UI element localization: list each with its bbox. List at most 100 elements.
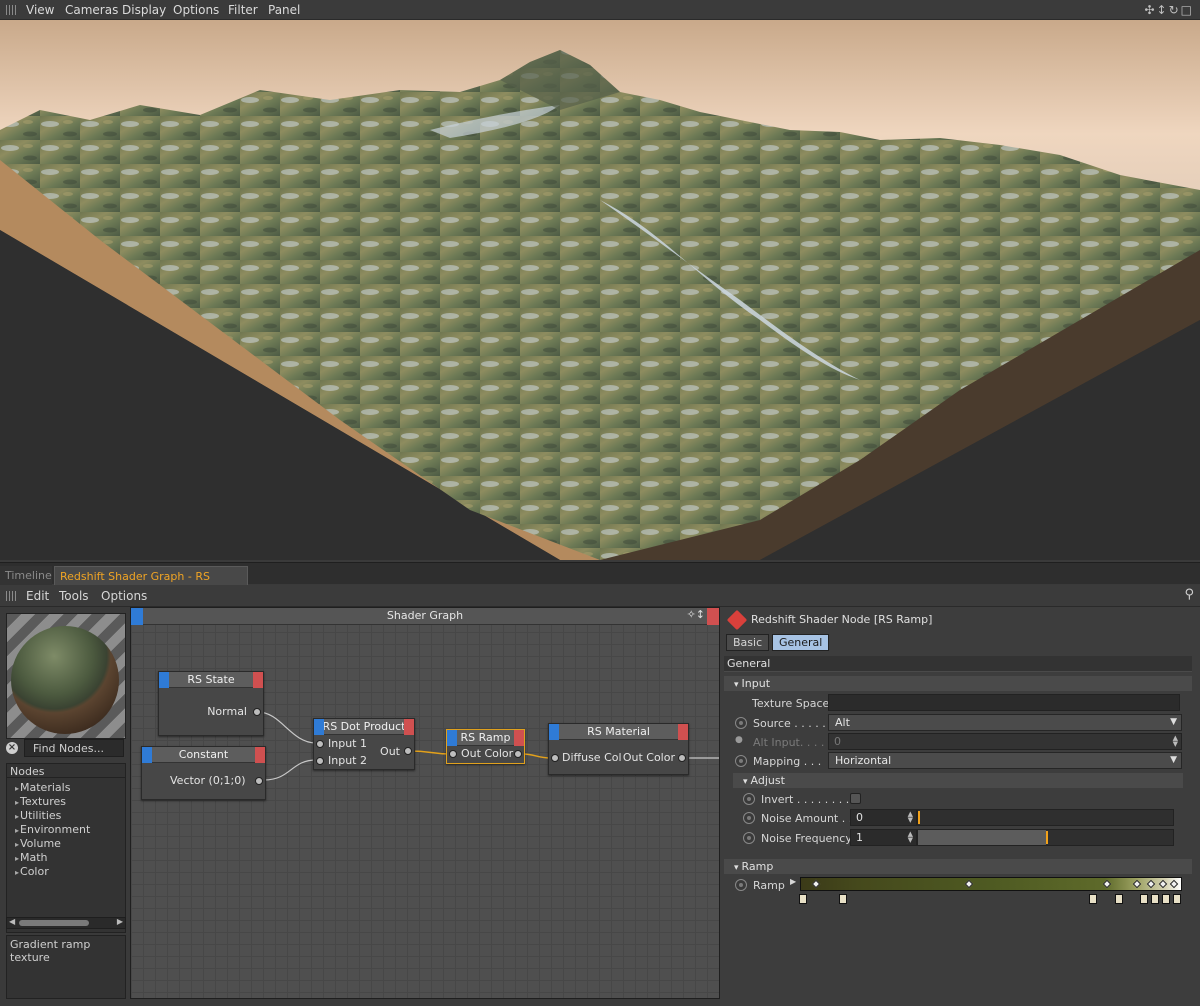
ramp-interp-marker[interactable] (964, 879, 974, 889)
source-anim-radio[interactable] (735, 717, 747, 729)
shader-graph-canvas[interactable]: Shader Graph ✧↕ RS State Normal Constant… (130, 607, 720, 999)
ramp-knot[interactable] (839, 894, 847, 904)
port-label-out-color: Out Color (622, 751, 675, 764)
node-rs-material[interactable]: RS Material Diffuse Col Out Color (548, 723, 689, 775)
menu-edit[interactable]: Edit (26, 589, 49, 603)
clear-icon[interactable]: × (6, 742, 18, 754)
tree-item-environment[interactable]: Environment (15, 823, 125, 837)
panel-tabbar: Timeline Redshift Shader Graph - RS Mate… (0, 562, 1200, 596)
scroll-left-icon[interactable]: ◀ (9, 917, 15, 926)
section-adjust-header[interactable]: Adjust (733, 773, 1183, 788)
menu-filter[interactable]: Filter (228, 3, 258, 17)
spinner-icon[interactable]: ▲ ▼ (908, 811, 913, 824)
output-port[interactable] (253, 708, 261, 716)
noise-frequency-slider[interactable] (917, 829, 1174, 846)
node-constant[interactable]: Constant Vector (0;1;0) (141, 746, 266, 800)
search-icon[interactable]: ⚲ (1184, 587, 1194, 602)
tree-item-utilities[interactable]: Utilities (15, 809, 125, 823)
noise-amount-slider[interactable] (917, 809, 1174, 826)
port-label-input2: Input 2 (328, 754, 367, 767)
grip-icon[interactable] (6, 591, 16, 601)
section-input-header[interactable]: Input (724, 676, 1192, 691)
mapping-dropdown[interactable]: Horizontal ▼ (828, 752, 1182, 769)
nodes-hscrollbar[interactable]: ◀ ▶ (6, 917, 126, 929)
node-rs-ramp[interactable]: RS Ramp Out Color (446, 729, 525, 764)
tree-item-math[interactable]: Math (15, 851, 125, 865)
output-port[interactable] (514, 750, 522, 758)
port-label-normal: Normal (207, 705, 247, 718)
viewport-nav-icons[interactable]: ✣↕↻□ (1144, 3, 1194, 17)
tab-basic[interactable]: Basic (726, 634, 770, 651)
output-port[interactable] (255, 777, 263, 785)
node-title: RS Ramp (460, 731, 511, 744)
ramp-anim-radio[interactable] (735, 879, 747, 891)
node-rs-dot-product[interactable]: RS Dot Product Input 1 Input 2 Out (313, 718, 415, 770)
input-port[interactable] (316, 740, 324, 748)
ramp-knot[interactable] (1173, 894, 1181, 904)
ramp-interp-marker[interactable] (1102, 879, 1112, 889)
source-dropdown[interactable]: Alt ▼ (828, 714, 1182, 731)
menu-panel[interactable]: Panel (268, 3, 300, 17)
port-label-out: Out (380, 745, 400, 758)
menu-cameras[interactable]: Cameras (65, 3, 118, 17)
lock-icon: ● (735, 735, 743, 745)
tab-general[interactable]: General (772, 634, 830, 651)
scroll-right-icon[interactable]: ▶ (117, 917, 123, 926)
ramp-interp-marker[interactable] (1169, 879, 1179, 889)
ramp-knot[interactable] (799, 894, 807, 904)
texture-space-field[interactable] (828, 694, 1180, 711)
node-browser: × Find Nodes... Nodes Materials Textures… (0, 607, 130, 1006)
input-port[interactable] (449, 750, 457, 758)
tree-item-color[interactable]: Color (15, 865, 125, 879)
slider-handle[interactable] (918, 811, 920, 824)
node-title: RS Material (587, 725, 650, 738)
tab-shader-graph[interactable]: Redshift Shader Graph - RS Material (54, 566, 248, 596)
tree-item-volume[interactable]: Volume (15, 837, 125, 851)
tree-item-textures[interactable]: Textures (15, 795, 125, 809)
find-nodes-row: × Find Nodes... (6, 739, 126, 759)
alt-input-field[interactable]: 0 ▲ ▼ (828, 733, 1182, 750)
ramp-knot[interactable] (1115, 894, 1123, 904)
input-port[interactable] (316, 757, 324, 765)
invert-checkbox[interactable] (850, 793, 861, 804)
find-nodes-input[interactable]: Find Nodes... (24, 739, 124, 757)
scroll-thumb[interactable] (19, 920, 89, 926)
slider-handle[interactable] (1046, 831, 1048, 844)
mapping-anim-radio[interactable] (735, 755, 747, 767)
section-ramp-header[interactable]: Ramp (724, 859, 1192, 874)
menu-view[interactable]: View (26, 3, 54, 17)
menu-options[interactable]: Options (173, 3, 219, 17)
grip-icon[interactable] (6, 5, 16, 15)
menu-options[interactable]: Options (101, 589, 147, 603)
ramp-gradient[interactable] (800, 877, 1182, 891)
ramp-interp-marker[interactable] (1132, 879, 1142, 889)
invert-anim-radio[interactable] (743, 793, 755, 805)
menu-tools[interactable]: Tools (59, 589, 89, 603)
noise-frequency-field[interactable]: 1 ▲ ▼ (850, 829, 917, 846)
ramp-knot[interactable] (1151, 894, 1159, 904)
ramp-interp-marker[interactable] (1158, 879, 1168, 889)
menu-display[interactable]: Display (122, 3, 166, 17)
node-rs-state[interactable]: RS State Normal (158, 671, 264, 736)
preview-sphere (11, 626, 119, 734)
noise-amount-label: Noise Amount . . (761, 812, 853, 825)
ramp-knot[interactable] (1089, 894, 1097, 904)
ramp-knot[interactable] (1162, 894, 1170, 904)
port-label-out-color: Out Color (461, 747, 514, 760)
3d-viewport[interactable] (0, 20, 1200, 560)
nodes-tree: Nodes Materials Textures Utilities Envir… (6, 763, 126, 933)
noise-amount-anim-radio[interactable] (743, 812, 755, 824)
ramp-knot[interactable] (1140, 894, 1148, 904)
output-port[interactable] (678, 754, 686, 762)
spinner-icon[interactable]: ▲ ▼ (1173, 735, 1178, 748)
input-port[interactable] (551, 754, 559, 762)
ramp-expand-icon[interactable]: ▶ (790, 877, 796, 886)
spinner-icon[interactable]: ▲ ▼ (908, 831, 913, 844)
ramp-interp-marker[interactable] (1146, 879, 1156, 889)
ramp-interp-marker[interactable] (811, 879, 821, 889)
noise-frequency-anim-radio[interactable] (743, 832, 755, 844)
tab-timeline[interactable]: Timeline (0, 566, 52, 585)
tree-item-materials[interactable]: Materials (15, 781, 125, 795)
noise-amount-field[interactable]: 0 ▲ ▼ (850, 809, 917, 826)
output-port[interactable] (404, 747, 412, 755)
